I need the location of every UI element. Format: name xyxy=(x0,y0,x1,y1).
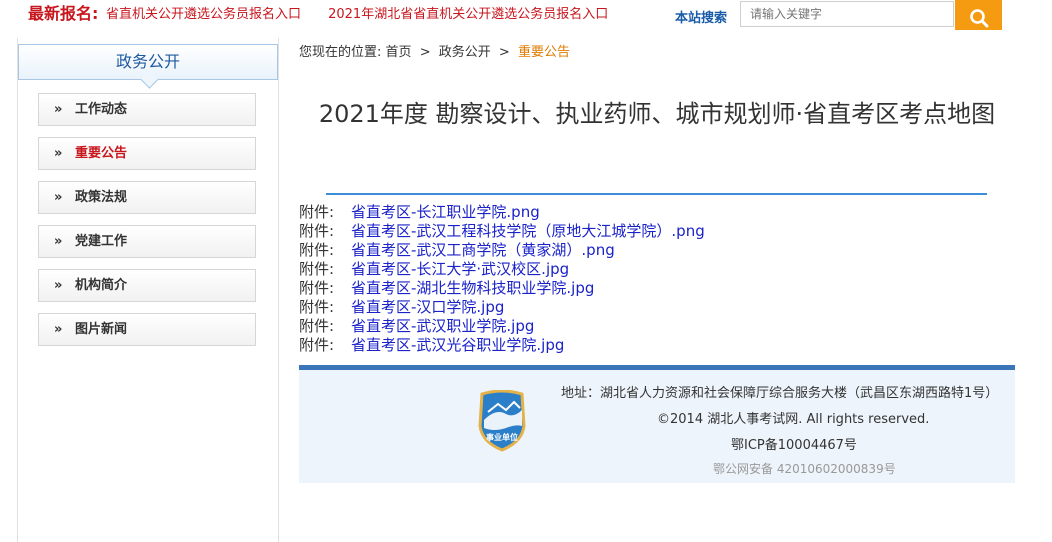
marquee-link[interactable]: 省直机关公开遴选公务员报名入口 xyxy=(106,0,301,30)
attachment-link[interactable]: 省直考区-长江职业学院.png xyxy=(351,203,540,221)
chevron-icon: » xyxy=(54,102,63,117)
attachment-item: 附件: 省直考区-汉口学院.jpg xyxy=(299,298,705,317)
search-button[interactable] xyxy=(955,0,1002,30)
attachment-prefix: 附件: xyxy=(299,298,335,316)
attachment-link[interactable]: 省直考区-湖北生物科技职业学院.jpg xyxy=(351,279,594,297)
breadcrumb-separator: > xyxy=(419,45,431,60)
badge-text: 事业单位 xyxy=(486,432,518,442)
attachment-link[interactable]: 省直考区-长江大学·武汉校区.jpg xyxy=(351,260,569,278)
chevron-icon: » xyxy=(54,146,63,161)
footer-police-record[interactable]: 鄂公网安备 42010602000839号 xyxy=(713,460,896,477)
sidebar-item-photo-news[interactable]: » 图片新闻 xyxy=(38,313,256,346)
sidebar-item-policies[interactable]: » 政策法规 xyxy=(38,181,256,214)
attachment-item: 附件: 省直考区-湖北生物科技职业学院.jpg xyxy=(299,279,705,298)
breadcrumb-current[interactable]: 重要公告 xyxy=(518,45,570,60)
attachment-prefix: 附件: xyxy=(299,203,335,221)
attachment-item: 附件: 省直考区-长江大学·武汉校区.jpg xyxy=(299,260,705,279)
attachment-prefix: 附件: xyxy=(299,241,335,259)
footer-copyright: ©2014 湖北人事考试网. All rights reserved. xyxy=(657,412,930,427)
attachment-prefix: 附件: xyxy=(299,260,335,278)
attachment-list: 附件: 省直考区-长江职业学院.png 附件: 省直考区-武汉工程科技学院（原地大江… xyxy=(299,203,705,355)
sidebar-title: 政务公开 xyxy=(18,44,278,89)
latest-registration-label: 最新报名: xyxy=(28,4,99,23)
attachment-link[interactable]: 省直考区-武汉职业学院.jpg xyxy=(351,317,534,335)
sidebar-item-label: 机构简介 xyxy=(75,278,128,293)
attachment-prefix: 附件: xyxy=(299,317,335,335)
breadcrumb-home[interactable]: 首页 xyxy=(386,45,412,60)
title-divider xyxy=(326,193,987,195)
chevron-icon: » xyxy=(54,190,63,205)
breadcrumb-section[interactable]: 政务公开 xyxy=(439,45,491,60)
sidebar-item-important-notices[interactable]: » 重要公告 xyxy=(38,137,256,170)
footer-icp[interactable]: 鄂ICP备10004467号 xyxy=(731,434,857,453)
sidebar-item-work-news[interactable]: » 工作动态 xyxy=(38,93,256,126)
sidebar-item-label: 重要公告 xyxy=(75,146,128,161)
chevron-icon: » xyxy=(54,234,63,249)
sidebar-item-organization[interactable]: » 机构简介 xyxy=(38,269,256,302)
attachment-item: 附件: 省直考区-武汉光谷职业学院.jpg xyxy=(299,336,705,355)
breadcrumb-prefix: 您现在的位置: xyxy=(299,45,382,60)
marquee-link[interactable]: 2021年湖北省省直机关公开遴选公务员报名入口 xyxy=(328,0,608,30)
attachment-link[interactable]: 省直考区-汉口学院.jpg xyxy=(351,298,504,316)
article-title: 2021年度 勘察设计、执业药师、城市规划师·省直考区考点地图 xyxy=(318,100,996,128)
attachment-link[interactable]: 省直考区-武汉工程科技学院（原地大江城学院）.png xyxy=(351,222,705,240)
sidebar-item-label: 政策法规 xyxy=(75,190,128,205)
sidebar-item-party-work[interactable]: » 党建工作 xyxy=(38,225,256,258)
sidebar-title-pointer xyxy=(140,70,159,89)
attachment-item: 附件: 省直考区-武汉工商学院（黄家湖）.png xyxy=(299,241,705,260)
breadcrumb-separator: > xyxy=(498,45,510,60)
attachment-item: 附件: 省直考区-长江职业学院.png xyxy=(299,203,705,222)
top-bar: 最新报名: 省直机关公开遴选公务员报名入口 2021年湖北省省直机关公开遴选公务… xyxy=(0,0,1052,30)
chevron-icon: » xyxy=(54,278,63,293)
attachment-item: 附件: 省直考区-武汉工程科技学院（原地大江城学院）.png xyxy=(299,222,705,241)
attachment-item: 附件: 省直考区-武汉职业学院.jpg xyxy=(299,317,705,336)
attachment-link[interactable]: 省直考区-武汉工商学院（黄家湖）.png xyxy=(351,241,615,259)
sidebar-item-label: 工作动态 xyxy=(75,102,128,117)
chevron-icon: » xyxy=(54,322,63,337)
search-icon xyxy=(969,8,988,27)
attachment-prefix: 附件: xyxy=(299,222,335,240)
registration-marquee: 省直机关公开遴选公务员报名入口 2021年湖北省省直机关公开遴选公务员报名入口 xyxy=(106,0,636,30)
search-input[interactable] xyxy=(740,1,954,27)
attachment-prefix: 附件: xyxy=(299,279,335,297)
attachment-prefix: 附件: xyxy=(299,336,335,354)
public-institution-badge[interactable]: 事业单位 xyxy=(476,390,528,452)
footer: 事业单位 地址：湖北省人力资源和社会保障厅综合服务大楼（武昌区东湖西路特1号） … xyxy=(299,365,1015,483)
sidebar: 政务公开 » 工作动态 » 重要公告 » 政策法规 » 党建工作 » 机构简介 … xyxy=(17,38,279,542)
sidebar-item-label: 党建工作 xyxy=(75,234,128,249)
sidebar-title-text: 政务公开 xyxy=(115,52,180,71)
attachment-link[interactable]: 省直考区-武汉光谷职业学院.jpg xyxy=(351,336,564,354)
site-search-label: 本站搜索 xyxy=(675,11,728,26)
sidebar-item-label: 图片新闻 xyxy=(75,322,128,337)
breadcrumb: 您现在的位置: 首页 > 政务公开 > 重要公告 xyxy=(299,41,570,60)
footer-address: 地址：湖北省人力资源和社会保障厅综合服务大楼（武昌区东湖西路特1号） xyxy=(561,386,999,401)
